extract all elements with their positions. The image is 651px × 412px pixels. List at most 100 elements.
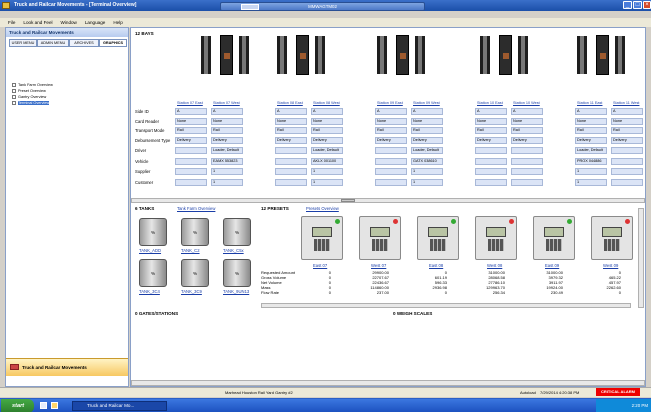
main-scrollbar[interactable] bbox=[131, 380, 645, 386]
module-button[interactable]: Truck and Railcar Movements bbox=[6, 358, 128, 376]
station-link[interactable]: Station 09 East bbox=[377, 101, 403, 105]
station-link[interactable]: Station 08 West bbox=[313, 101, 340, 105]
bay-field[interactable]: Rail bbox=[275, 127, 307, 134]
bay-field[interactable]: None bbox=[311, 118, 343, 125]
bay-field[interactable]: Delivery bbox=[575, 137, 607, 144]
bay-field[interactable]: Rail bbox=[175, 127, 207, 134]
tab-archives[interactable]: ARCHIVES bbox=[69, 39, 99, 47]
bay-field[interactable]: A bbox=[175, 108, 207, 115]
bay-field[interactable]: 1 bbox=[575, 179, 607, 186]
bay-field[interactable]: Loader, Default bbox=[411, 147, 443, 154]
bay-field[interactable]: 1 bbox=[211, 179, 243, 186]
bay-field[interactable]: A bbox=[411, 108, 443, 115]
bay-field[interactable]: A bbox=[511, 108, 543, 115]
bay-field[interactable] bbox=[375, 179, 407, 186]
bay-field[interactable]: A bbox=[575, 108, 607, 115]
bay-field[interactable]: None bbox=[575, 118, 607, 125]
bay-field[interactable]: EAMX 553823 bbox=[211, 158, 243, 165]
bay-field[interactable] bbox=[275, 158, 307, 165]
railcar-icon[interactable] bbox=[596, 35, 609, 75]
bay-field[interactable]: A bbox=[311, 108, 343, 115]
bay-field[interactable]: None bbox=[411, 118, 443, 125]
bay-field[interactable] bbox=[375, 147, 407, 154]
bay-field[interactable]: 1 bbox=[411, 168, 443, 175]
tank-icon[interactable] bbox=[139, 218, 167, 246]
bay-field[interactable]: 1 bbox=[311, 179, 343, 186]
station-link[interactable]: Station 07 East bbox=[177, 101, 203, 105]
preset-link[interactable]: East 08 bbox=[429, 263, 443, 268]
bay-field[interactable] bbox=[375, 158, 407, 165]
bay-field[interactable]: GATX 038610 bbox=[411, 158, 443, 165]
menu-item[interactable]: Help bbox=[113, 20, 122, 25]
bay-field[interactable]: None bbox=[611, 118, 643, 125]
tab-graphics[interactable]: GRAPHICS bbox=[99, 39, 127, 47]
bay-field[interactable]: Delivery bbox=[211, 137, 243, 144]
tank-icon[interactable] bbox=[223, 259, 251, 287]
bay-field[interactable]: Delivery bbox=[311, 137, 343, 144]
bay-field[interactable]: Rail bbox=[475, 127, 507, 134]
bay-field[interactable]: Delivery bbox=[375, 137, 407, 144]
bay-field[interactable] bbox=[511, 147, 543, 154]
bay-field[interactable]: None bbox=[475, 118, 507, 125]
preset-meter[interactable] bbox=[417, 216, 459, 260]
railcar-icon[interactable] bbox=[220, 35, 233, 75]
station-link[interactable]: Station 11 East bbox=[577, 101, 602, 105]
station-link[interactable]: Station 08 East bbox=[277, 101, 303, 105]
bay-field[interactable] bbox=[275, 147, 307, 154]
preset-link[interactable]: West 09 bbox=[603, 263, 618, 268]
bay-field[interactable] bbox=[275, 179, 307, 186]
bay-field[interactable]: Loader, Default bbox=[575, 147, 607, 154]
bay-field[interactable]: Rail bbox=[411, 127, 443, 134]
bay-field[interactable]: Rail bbox=[375, 127, 407, 134]
tab-admin-menu[interactable]: ADMIN MENU bbox=[37, 39, 69, 47]
bay-field[interactable]: PROX 044886 bbox=[575, 158, 607, 165]
bay-field[interactable]: None bbox=[275, 118, 307, 125]
bay-field[interactable] bbox=[175, 147, 207, 154]
menu-item[interactable]: Look and Feel bbox=[23, 20, 52, 25]
bay-field[interactable] bbox=[511, 158, 543, 165]
tank-icon[interactable] bbox=[139, 259, 167, 287]
bay-field[interactable] bbox=[611, 168, 643, 175]
preset-meter[interactable] bbox=[591, 216, 633, 260]
bay-field[interactable]: A bbox=[375, 108, 407, 115]
bay-field[interactable]: Delivery bbox=[411, 137, 443, 144]
bay-field[interactable]: Delivery bbox=[275, 137, 307, 144]
station-link[interactable]: Station 10 East bbox=[477, 101, 503, 105]
preset-link[interactable]: West 08 bbox=[487, 263, 502, 268]
bay-field[interactable] bbox=[511, 179, 543, 186]
bay-field[interactable] bbox=[475, 168, 507, 175]
tank-link[interactable]: TANK_C5x bbox=[223, 248, 259, 253]
bay-field[interactable] bbox=[475, 179, 507, 186]
tank-link[interactable]: TANK_9UN13 bbox=[223, 289, 259, 294]
bay-field[interactable] bbox=[511, 168, 543, 175]
bay-field[interactable]: A bbox=[211, 108, 243, 115]
bay-field[interactable] bbox=[375, 168, 407, 175]
bay-field[interactable]: 1 bbox=[411, 179, 443, 186]
station-link[interactable]: Station 11 West bbox=[613, 101, 639, 105]
bay-field[interactable]: Delivery bbox=[611, 137, 643, 144]
bay-field[interactable]: Rail bbox=[575, 127, 607, 134]
bay-field[interactable]: AKLX 001100 bbox=[311, 158, 343, 165]
tank-icon[interactable] bbox=[181, 218, 209, 246]
tank-link[interactable]: TANK_3C9 bbox=[181, 289, 217, 294]
tank-farm-overview-link[interactable]: Tank Farm Overview bbox=[177, 206, 215, 211]
bay-field[interactable] bbox=[475, 147, 507, 154]
scrollbar-thumb[interactable] bbox=[341, 199, 355, 202]
tank-link[interactable]: TANK_C2 bbox=[181, 248, 217, 253]
bays-scrollbar[interactable] bbox=[131, 198, 645, 203]
tank-icon[interactable] bbox=[181, 259, 209, 287]
taskbar-app-button[interactable]: Truck and Railcar Mo... bbox=[72, 401, 167, 411]
bay-field[interactable]: Delivery bbox=[175, 137, 207, 144]
start-button[interactable]: start bbox=[1, 399, 34, 412]
bay-field[interactable]: A bbox=[475, 108, 507, 115]
preset-meter[interactable] bbox=[359, 216, 401, 260]
preset-link[interactable]: West 07 bbox=[371, 263, 386, 268]
preset-link[interactable]: East 07 bbox=[313, 263, 327, 268]
bay-field[interactable] bbox=[611, 179, 643, 186]
railcar-icon[interactable] bbox=[296, 35, 309, 75]
tank-link[interactable]: TANK_3C4 bbox=[139, 289, 175, 294]
bay-field[interactable]: Rail bbox=[211, 127, 243, 134]
quick-launch-icon[interactable] bbox=[40, 402, 47, 409]
menu-item[interactable]: Language bbox=[85, 20, 105, 25]
menu-item[interactable]: Window bbox=[61, 20, 77, 25]
